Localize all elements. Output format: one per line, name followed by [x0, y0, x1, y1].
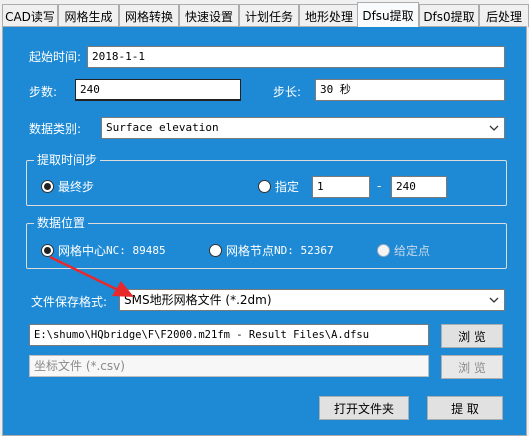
browse-output-button[interactable]: 浏 览: [441, 324, 503, 348]
given-point-label: 给定点: [394, 244, 431, 258]
tab-bar: CAD读写 网格生成 网格转换 快速设置 计划任务 地形处理 Dfsu提取 Df…: [0, 0, 529, 27]
tab-scheduled-task[interactable]: 计划任务: [239, 4, 299, 27]
tab-terrain[interactable]: 地形处理: [299, 4, 359, 27]
tab-dfsu-extract[interactable]: Dfsu提取: [357, 2, 419, 27]
range-dash: -: [377, 179, 382, 193]
radio-checked-icon: [41, 180, 54, 193]
mesh-center-info: NC: 89485: [106, 244, 166, 257]
tab-mesh-convert[interactable]: 网格转换: [119, 4, 179, 27]
format-label: 文件保存格式:: [31, 295, 108, 309]
step-length-label: 步长:: [273, 85, 302, 99]
tab-quick-settings[interactable]: 快速设置: [179, 4, 239, 27]
step-to-input[interactable]: 240: [391, 176, 447, 198]
specify-radio[interactable]: 指定: [258, 178, 299, 195]
radio-unchecked-icon: [258, 180, 271, 193]
given-point-radio[interactable]: 给定点: [377, 242, 430, 259]
radio-checked-icon: [41, 244, 54, 257]
mesh-center-label: 网格中心: [58, 244, 107, 258]
data-type-select[interactable]: Surface elevation: [101, 117, 505, 139]
tab-cad-io[interactable]: CAD读写: [2, 4, 58, 27]
radio-unchecked-icon: [377, 244, 390, 257]
specify-label: 指定: [275, 180, 300, 194]
coordinate-file-input[interactable]: 坐标文件 (*.csv): [29, 355, 429, 377]
steps-label: 步数:: [29, 85, 58, 99]
radio-unchecked-icon: [209, 244, 222, 257]
mesh-node-info: ND: 52367: [274, 244, 334, 257]
chevron-down-icon: [487, 118, 501, 138]
data-type-label: 数据类别:: [29, 122, 82, 136]
browse-coordinate-button[interactable]: 浏 览: [441, 355, 503, 379]
open-folder-button[interactable]: 打开文件夹: [319, 396, 409, 420]
step-length-input[interactable]: 30 秒: [315, 79, 505, 101]
format-value: SMS地形网格文件 (*.2dm): [124, 293, 272, 307]
mesh-center-radio[interactable]: 网格中心 NC: 89485: [41, 242, 166, 259]
data-type-value: Surface elevation: [106, 121, 219, 134]
dfsu-extract-panel: 起始时间: 2018-1-1 步数: 240 步长: 30 秒 数据类别: Su…: [2, 26, 527, 436]
steps-input[interactable]: 240: [75, 79, 241, 101]
tab-dfs0-extract[interactable]: Dfs0提取: [419, 4, 479, 27]
last-step-radio[interactable]: 最终步: [41, 178, 94, 195]
mesh-node-label: 网格节点: [226, 244, 275, 258]
mesh-node-radio[interactable]: 网格节点 ND: 52367: [209, 242, 334, 259]
output-file-path-input[interactable]: E:\shumo\HQbridge\F\F2000.m21fm - Result…: [29, 324, 429, 346]
start-time-label: 起始时间:: [29, 50, 82, 64]
last-step-label: 最终步: [58, 180, 95, 194]
start-time-input[interactable]: 2018-1-1: [87, 46, 505, 68]
extract-button[interactable]: 提 取: [427, 396, 503, 420]
location-group-title: 数据位置: [34, 214, 89, 231]
format-select[interactable]: SMS地形网格文件 (*.2dm): [119, 289, 505, 311]
chevron-down-icon: [487, 290, 501, 310]
step-from-input[interactable]: 1: [312, 176, 370, 198]
tab-mesh-generate[interactable]: 网格生成: [58, 4, 119, 27]
tab-post-process[interactable]: 后处理: [479, 4, 529, 27]
timestep-group-title: 提取时间步: [34, 151, 101, 168]
